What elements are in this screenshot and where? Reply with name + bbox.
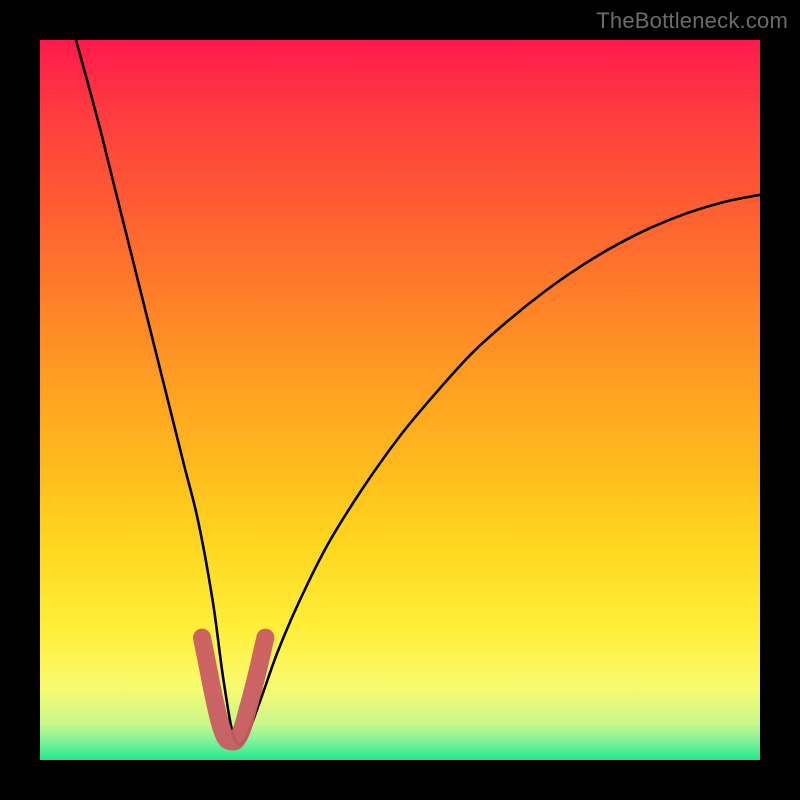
chart-svg [40, 40, 760, 760]
chart-frame: TheBottleneck.com [0, 0, 800, 800]
emphasis-dip [202, 638, 265, 742]
main-curve [76, 40, 760, 745]
plot-area [40, 40, 760, 760]
watermark-text: TheBottleneck.com [596, 8, 788, 34]
